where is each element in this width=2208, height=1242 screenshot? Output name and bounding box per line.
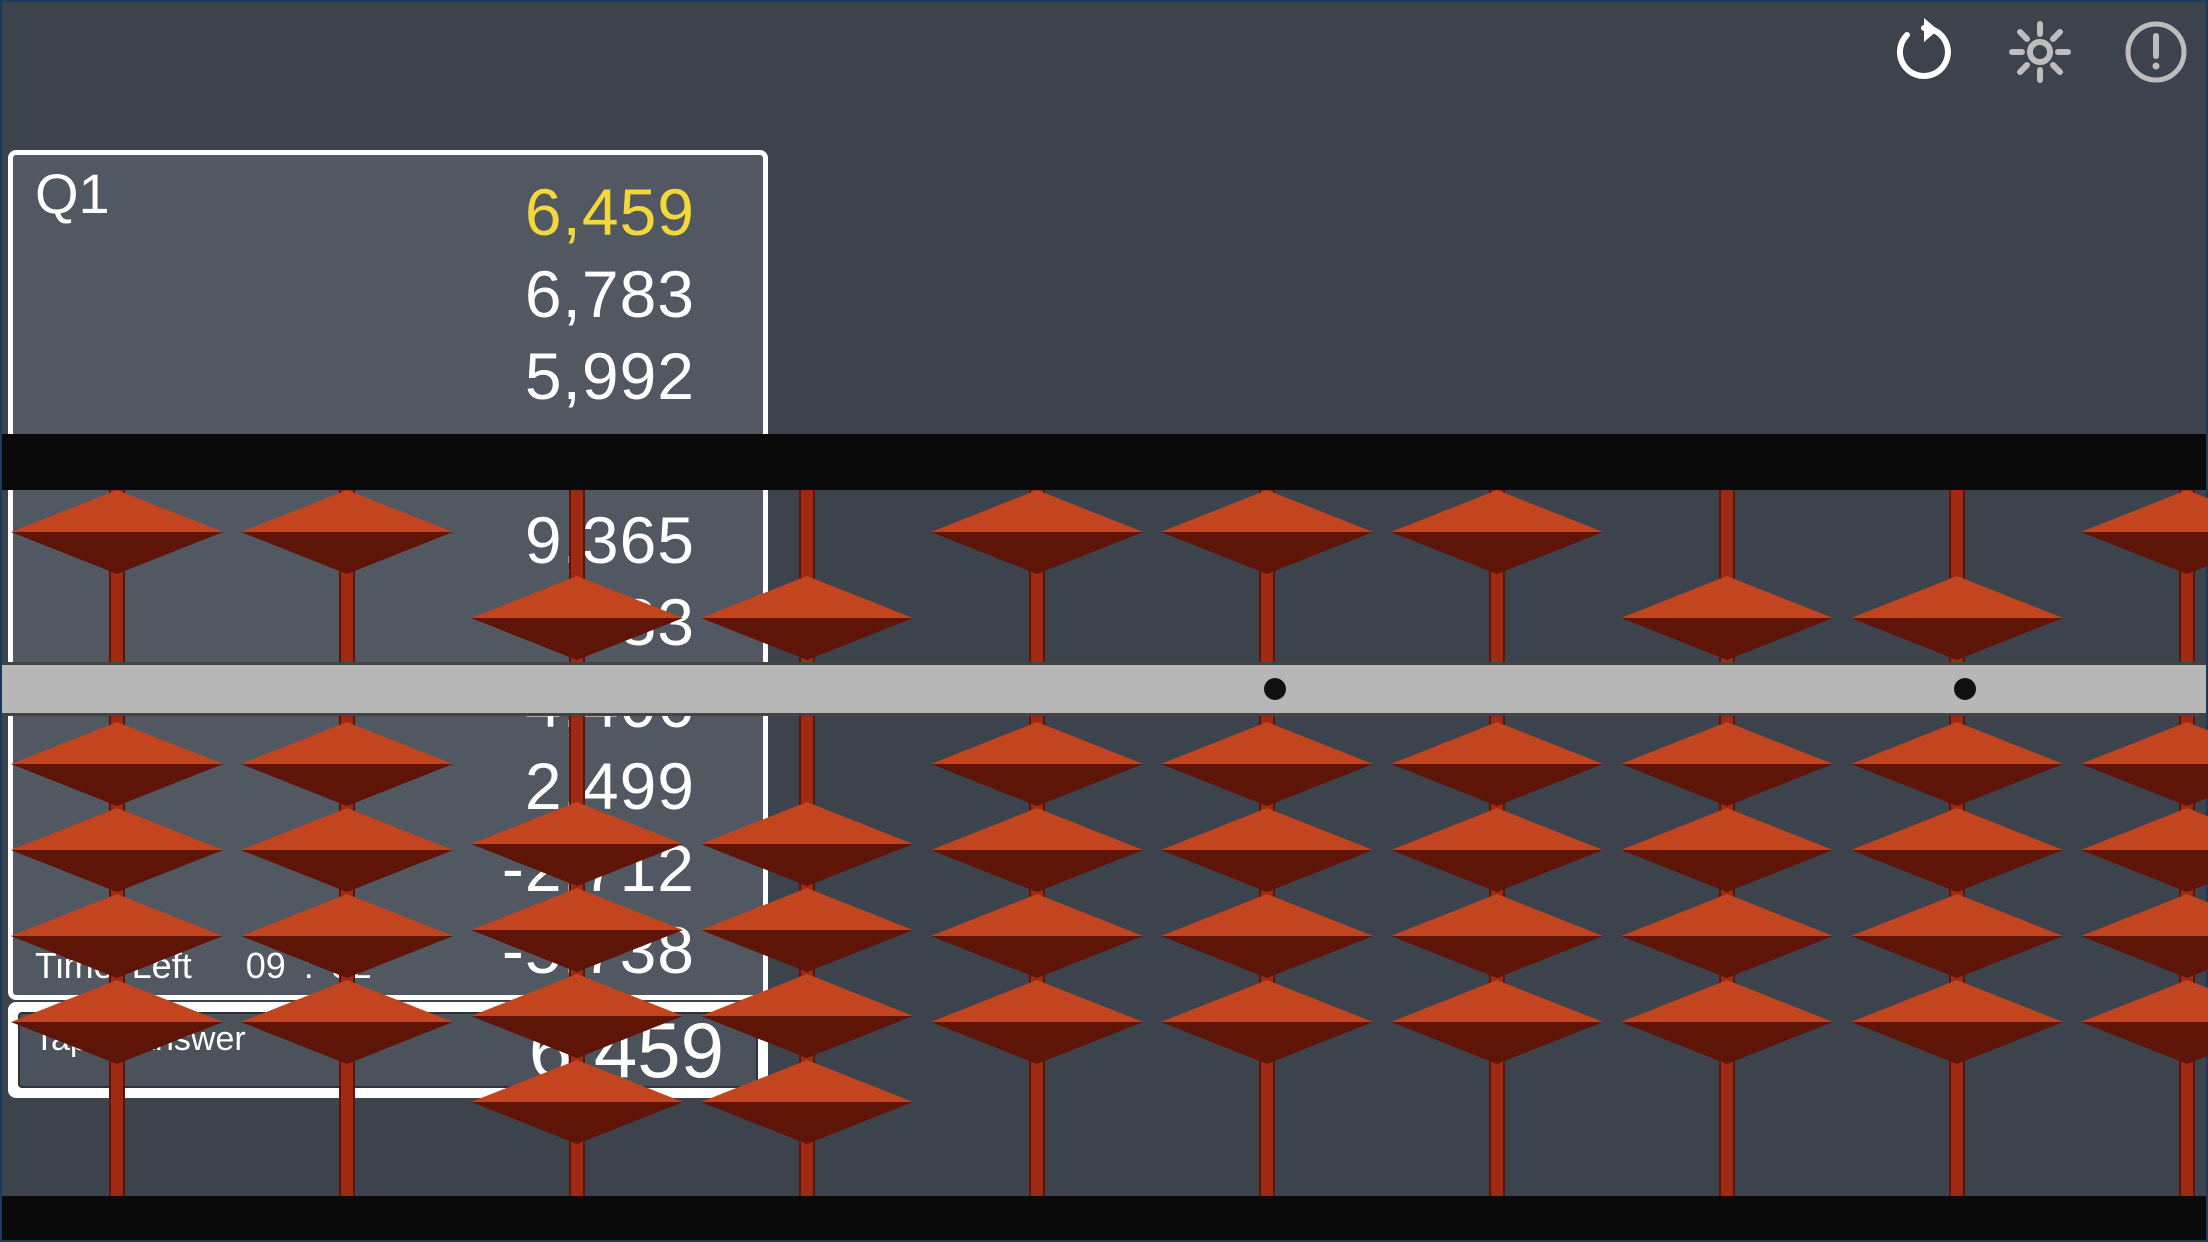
abacus-rod[interactable] [922, 490, 1152, 1196]
abacus-bead-lower[interactable] [2081, 894, 2208, 978]
abacus-bead-lower[interactable] [1621, 808, 1833, 892]
abacus-frame-top [2, 434, 2206, 490]
abacus-bead-lower[interactable] [701, 974, 913, 1058]
abacus-bead-lower[interactable] [241, 722, 453, 806]
abacus-bead-lower[interactable] [471, 1060, 683, 1144]
abacus-bead-lower[interactable] [2081, 980, 2208, 1064]
abacus-rod[interactable] [692, 490, 922, 1196]
abacus-bead-lower[interactable] [11, 808, 223, 892]
abacus-bead-lower[interactable] [2081, 808, 2208, 892]
abacus-rod[interactable] [1152, 490, 1382, 1196]
question-number: 6,459 [525, 171, 695, 253]
abacus-bead-upper[interactable] [241, 490, 453, 574]
abacus-rod[interactable] [232, 490, 462, 1196]
reload-icon [1890, 18, 1958, 86]
abacus-bead-upper[interactable] [11, 490, 223, 574]
abacus-bead-lower[interactable] [931, 808, 1143, 892]
abacus-bead-lower[interactable] [1621, 722, 1833, 806]
settings-button[interactable] [2002, 14, 2078, 90]
abacus-bead-lower[interactable] [1391, 808, 1603, 892]
reload-button[interactable] [1886, 14, 1962, 90]
abacus-bead-lower[interactable] [1621, 980, 1833, 1064]
abacus-bead-lower[interactable] [1851, 894, 2063, 978]
abacus-bead-upper[interactable] [1621, 576, 1833, 660]
abacus-bead-lower[interactable] [11, 722, 223, 806]
abacus-rod[interactable] [1612, 490, 1842, 1196]
abacus-bead-lower[interactable] [931, 894, 1143, 978]
beam-dot [1954, 678, 1976, 700]
question-number: 6,783 [525, 253, 695, 335]
alert-icon [2122, 18, 2190, 86]
abacus-bead-lower[interactable] [471, 974, 683, 1058]
question-number: 5,992 [525, 335, 695, 417]
abacus-bead-lower[interactable] [11, 980, 223, 1064]
abacus-bead-lower[interactable] [701, 802, 913, 886]
abacus-bead-upper[interactable] [1391, 490, 1603, 574]
abacus-bead-upper[interactable] [2081, 490, 2208, 574]
abacus-rod[interactable] [462, 490, 692, 1196]
abacus-bead-lower[interactable] [241, 894, 453, 978]
abacus-bead-upper[interactable] [471, 576, 683, 660]
abacus-bead-upper[interactable] [931, 490, 1143, 574]
abacus-bead-lower[interactable] [1851, 808, 2063, 892]
abacus-beam [2, 662, 2206, 716]
abacus-bead-lower[interactable] [241, 808, 453, 892]
abacus-bead-lower[interactable] [1161, 980, 1373, 1064]
abacus-bead-lower[interactable] [1851, 722, 2063, 806]
abacus-bead-lower[interactable] [1161, 894, 1373, 978]
abacus-bead-lower[interactable] [931, 980, 1143, 1064]
abacus-bead-lower[interactable] [2081, 722, 2208, 806]
alert-button[interactable] [2118, 14, 2194, 90]
abacus-bead-upper[interactable] [701, 576, 913, 660]
abacus-bead-lower[interactable] [471, 802, 683, 886]
abacus-rod[interactable] [2072, 490, 2208, 1196]
abacus-rod[interactable] [1382, 490, 1612, 1196]
abacus-bead-lower[interactable] [11, 894, 223, 978]
abacus-bead-lower[interactable] [241, 980, 453, 1064]
topbar [1886, 14, 2194, 90]
abacus-bead-lower[interactable] [1621, 894, 1833, 978]
abacus-bead-lower[interactable] [1391, 894, 1603, 978]
abacus-bead-lower[interactable] [1391, 722, 1603, 806]
abacus-frame-bottom [2, 1196, 2206, 1240]
abacus-rods [2, 490, 2206, 1196]
abacus-bead-lower[interactable] [1161, 808, 1373, 892]
abacus-bead-upper[interactable] [1161, 490, 1373, 574]
abacus-bead-lower[interactable] [1391, 980, 1603, 1064]
question-label: Q1 [35, 161, 110, 226]
abacus-bead-lower[interactable] [931, 722, 1143, 806]
abacus[interactable] [2, 434, 2206, 1240]
abacus-bead-upper[interactable] [1851, 576, 2063, 660]
gear-icon [2006, 18, 2074, 86]
abacus-bead-lower[interactable] [701, 888, 913, 972]
beam-dot [1264, 678, 1286, 700]
abacus-bead-lower[interactable] [701, 1060, 913, 1144]
abacus-bead-lower[interactable] [471, 888, 683, 972]
abacus-bead-lower[interactable] [1161, 722, 1373, 806]
abacus-rod[interactable] [1842, 490, 2072, 1196]
abacus-bead-lower[interactable] [1851, 980, 2063, 1064]
abacus-rod[interactable] [2, 490, 232, 1196]
